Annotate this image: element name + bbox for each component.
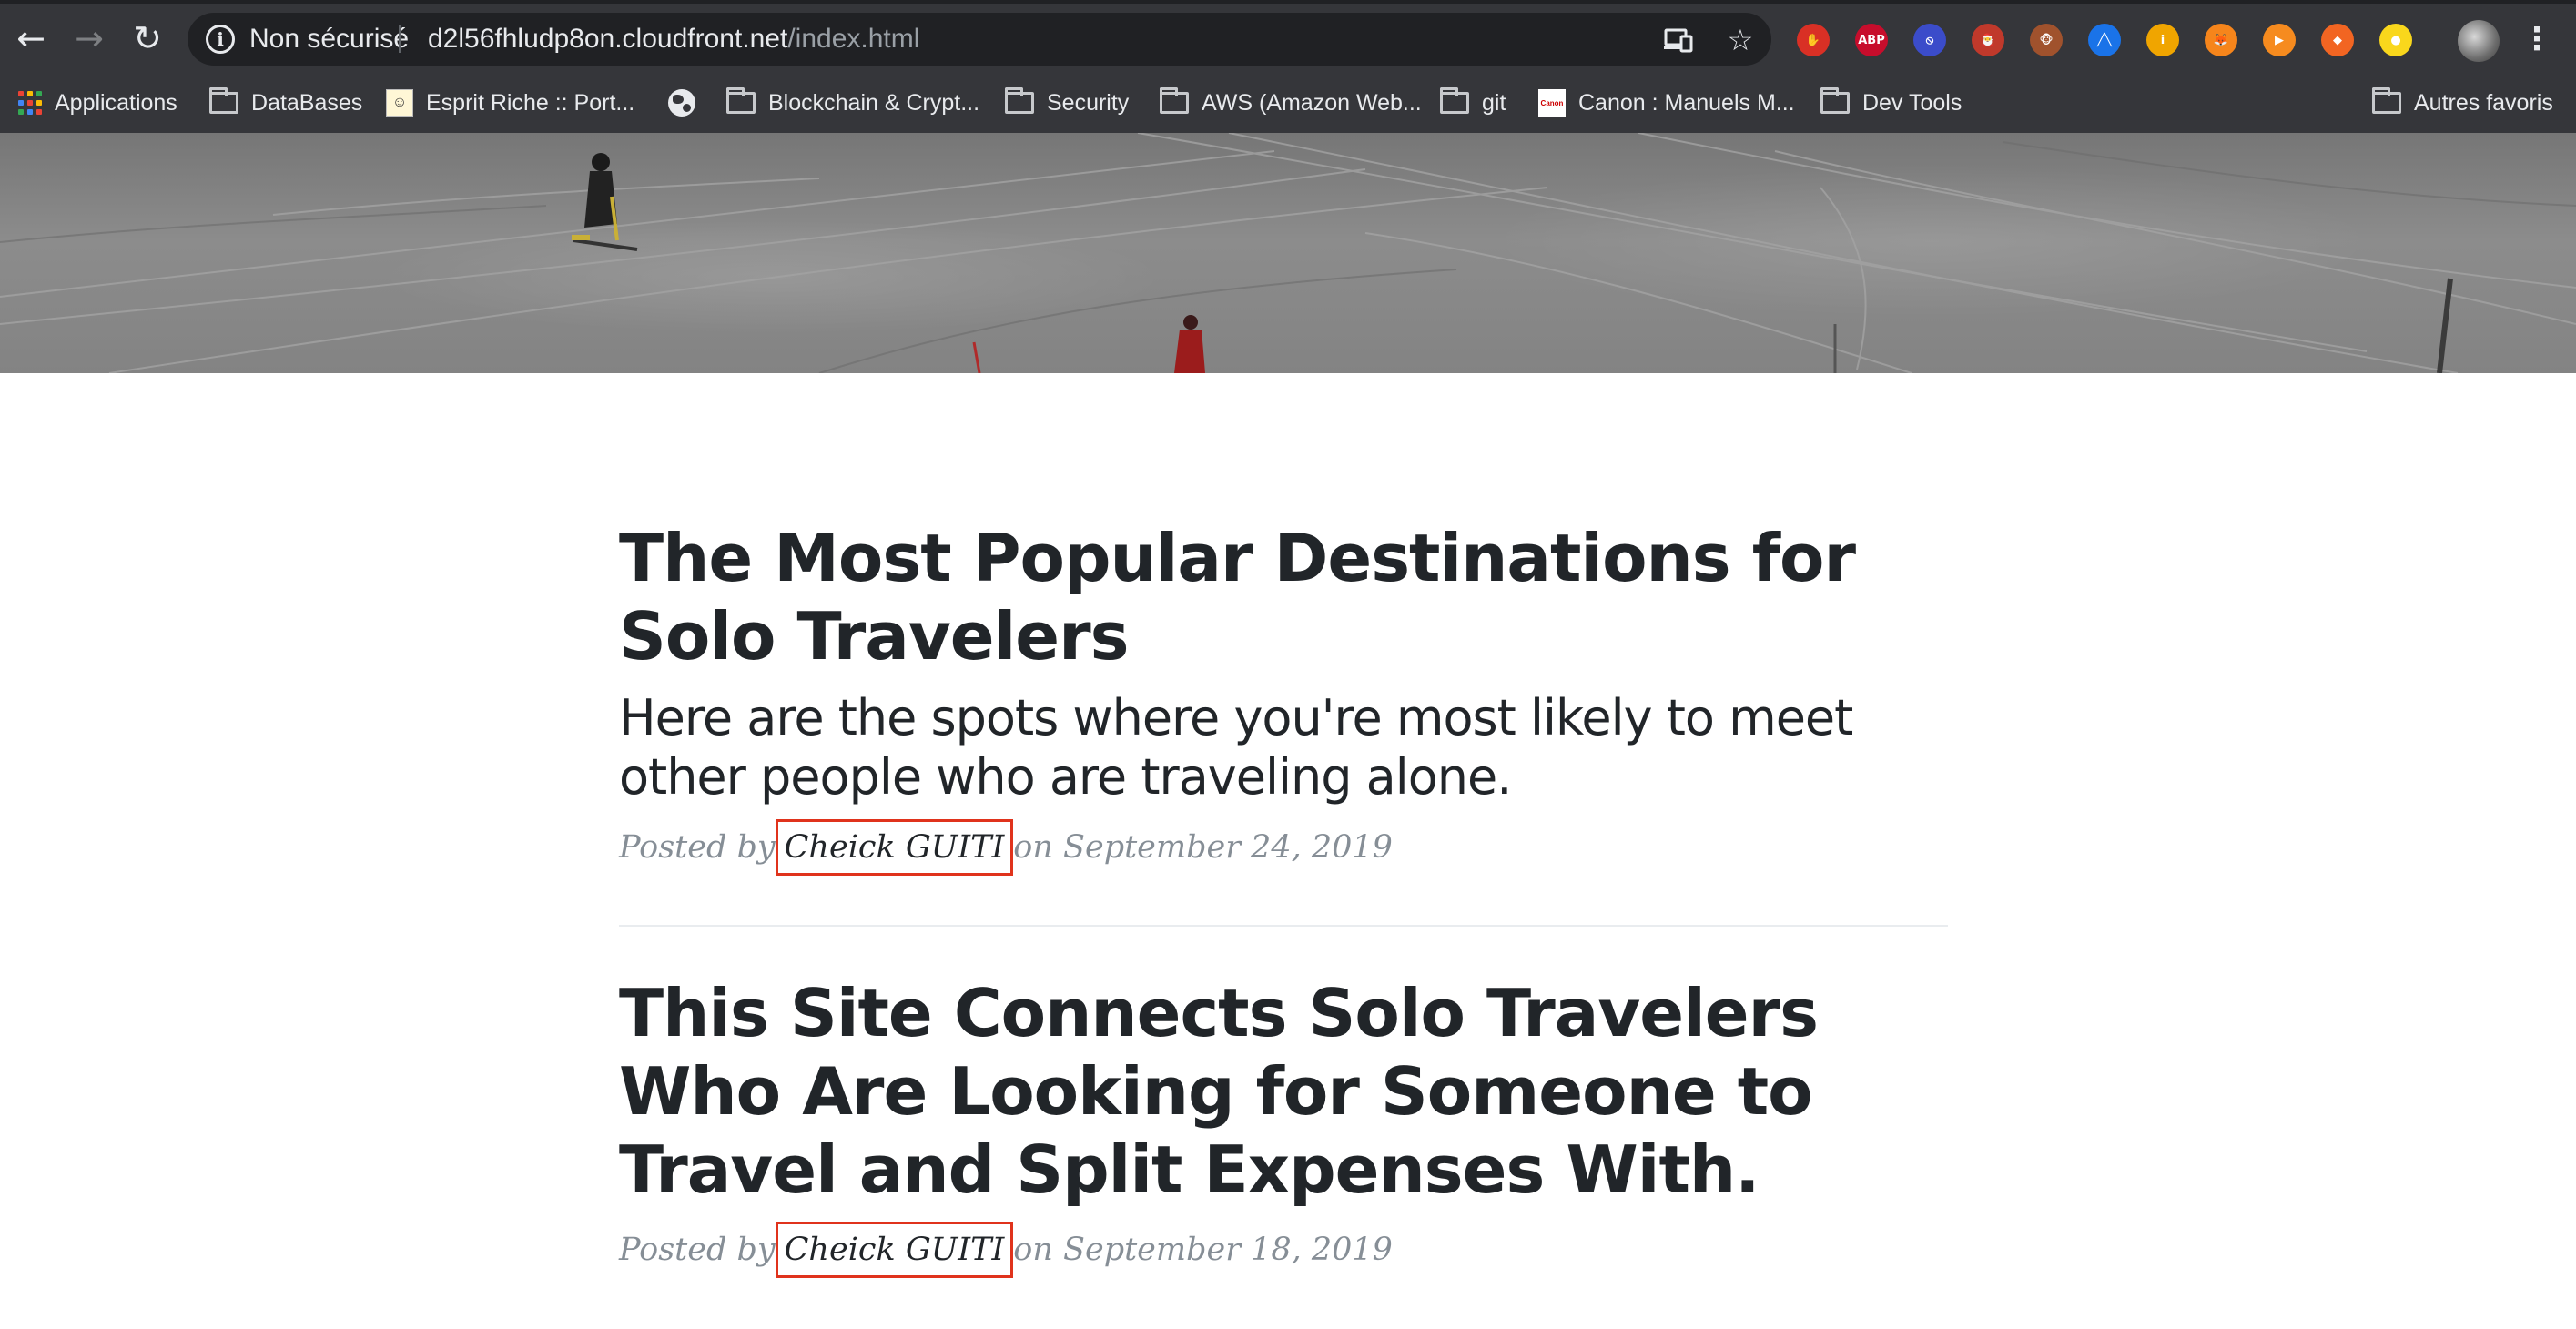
info-icon[interactable]: i — [206, 25, 235, 54]
folder-icon — [1820, 87, 1850, 114]
author-link[interactable]: Cheick GUITI — [775, 1222, 1014, 1278]
canon-favicon-icon: Canon — [1538, 89, 1566, 117]
address-bar[interactable]: i Non sécurisé d2l56fhludp8on.cloudfront… — [188, 13, 1771, 66]
cast-icon[interactable] — [1660, 22, 1697, 58]
skier-figure — [1174, 315, 1205, 373]
post-list: The Most Popular Destinations for Solo T… — [619, 373, 1948, 1278]
security-status[interactable]: Non sécurisé — [249, 24, 409, 55]
folder-icon — [1160, 87, 1189, 114]
blocker-extension-icon[interactable]: ⦸ — [1913, 24, 1946, 56]
bookmark-aws[interactable]: AWS (Amazon Web... — [1160, 86, 1422, 120]
bookmark-label: Blockchain & Crypt... — [768, 89, 980, 116]
folder-icon — [209, 87, 238, 114]
ski-slope-photo — [0, 133, 2576, 373]
stop-extension-icon[interactable]: ✋ — [1797, 24, 1830, 56]
chart-extension-icon[interactable]: ╱╲ — [2088, 24, 2121, 56]
bookmark-git[interactable]: git — [1440, 86, 1506, 120]
url-host: d2l56fhludp8on.cloudfront.net — [428, 24, 788, 54]
play-extension-icon[interactable]: ▶ — [2263, 24, 2296, 56]
bookmark-label: git — [1482, 89, 1506, 116]
post-subtitle[interactable]: Here are the spots where you're most lik… — [619, 688, 1948, 807]
device-icon — [1664, 28, 1693, 53]
ghost-extension-icon[interactable]: ● — [2379, 24, 2412, 56]
post-meta: Posted by Cheick GUITI on September 18, 20… — [619, 1222, 1948, 1278]
folder-icon — [2372, 87, 2401, 114]
bookmark-canon[interactable]: Canon Canon : Manuels M... — [1538, 86, 1795, 120]
post-title[interactable]: This Site Connects Solo Travelers Who Ar… — [619, 974, 1948, 1209]
bookmark-other[interactable]: Autres favoris — [2372, 86, 2553, 120]
post-meta: Posted by Cheick GUITI on September 24, 20… — [619, 819, 1948, 876]
post-preview[interactable]: This Site Connects Solo Travelers Who Ar… — [619, 974, 1948, 1278]
monkey-extension-icon[interactable]: 🐵 — [2030, 24, 2063, 56]
reload-button[interactable]: ↻ — [126, 16, 169, 60]
folder-icon — [1005, 87, 1034, 114]
skier-figure — [572, 153, 638, 251]
forward-button[interactable]: → — [67, 16, 111, 60]
url-path: /index.html — [787, 24, 920, 54]
bookmark-star-icon[interactable]: ☆ — [1722, 22, 1759, 58]
post-date: on September 18, 2019 — [1013, 1232, 1393, 1268]
bookmark-label: Security — [1047, 89, 1130, 116]
diamond-extension-icon[interactable]: ◆ — [2321, 24, 2354, 56]
reload-icon: ↻ — [133, 18, 162, 58]
bookmark-label: Esprit Riche :: Port... — [426, 89, 635, 116]
post-divider — [619, 925, 1948, 927]
post-title[interactable]: The Most Popular Destinations for Solo T… — [619, 519, 1948, 675]
folder-icon — [1440, 87, 1469, 114]
bookmark-label: DataBases — [251, 89, 363, 116]
browser-toolbar: ← → ↻ i Non sécurisé d2l56fhludp8on.clou… — [0, 4, 2576, 73]
bookmark-databases[interactable]: DataBases — [209, 86, 362, 120]
hero-header-image — [0, 133, 2576, 373]
post-preview[interactable]: The Most Popular Destinations for Solo T… — [619, 519, 1948, 876]
bookmark-esprit-riche[interactable]: ☺ Esprit Riche :: Port... — [386, 86, 634, 120]
bookmark-blockchain[interactable]: Blockchain & Crypt... — [726, 86, 979, 120]
bookmark-label: Autres favoris — [2414, 89, 2553, 116]
arrow-left-icon: ← — [16, 18, 46, 58]
author-link[interactable]: Cheick GUITI — [775, 819, 1014, 876]
person-extension-icon[interactable]: i — [2146, 24, 2179, 56]
folder-icon — [726, 87, 756, 114]
bookmark-security[interactable]: Security — [1005, 86, 1129, 120]
posted-by-label: Posted by — [619, 829, 776, 866]
bookmark-label: AWS (Amazon Web... — [1202, 89, 1422, 116]
posted-by-label: Posted by — [619, 1232, 776, 1268]
slope-marker — [972, 341, 981, 373]
metamask-extension-icon[interactable]: 🦊 — [2205, 24, 2237, 56]
back-button[interactable]: ← — [9, 16, 53, 60]
bookmark-label: Canon : Manuels M... — [1578, 89, 1795, 116]
omnibox-separator — [399, 25, 401, 53]
arrow-right-icon: → — [75, 18, 104, 58]
bookmark-label: Applications — [55, 89, 177, 116]
browser-chrome: ← → ↻ i Non sécurisé d2l56fhludp8on.clou… — [0, 0, 2576, 133]
profile-avatar[interactable] — [2458, 20, 2500, 62]
site-favicon-icon: ☺ — [386, 89, 413, 117]
url-text[interactable]: d2l56fhludp8on.cloudfront.net/index.html — [428, 24, 919, 55]
bookmark-label: Dev Tools — [1862, 89, 1962, 116]
post-date: on September 24, 2019 — [1013, 829, 1393, 866]
bookmark-globe[interactable] — [668, 86, 695, 120]
bookmarks-bar: Applications DataBases ☺ Esprit Riche :: Po… — [0, 73, 2576, 133]
more-menu-icon[interactable]: ⋮ — [2521, 18, 2552, 64]
globe-icon — [668, 89, 695, 117]
bookmark-applications[interactable]: Applications — [18, 86, 177, 120]
adblock-plus-extension-icon[interactable]: ABP — [1855, 24, 1888, 56]
bookmark-dev-tools[interactable]: Dev Tools — [1820, 86, 1962, 120]
santa-extension-icon[interactable]: 🎅 — [1972, 24, 2004, 56]
apps-grid-icon — [18, 91, 42, 115]
